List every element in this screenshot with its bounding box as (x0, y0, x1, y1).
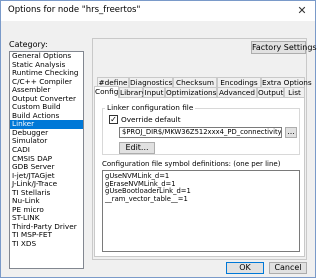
override-default-label: Override default (121, 115, 181, 124)
window-title: Options for node "hrs_freertos" (8, 5, 141, 15)
browse-button[interactable]: ... (285, 127, 297, 138)
category-label: Category: (9, 40, 48, 49)
cancel-button[interactable]: Cancel (269, 262, 307, 274)
config-tab-panel: Linker configuration file ✓ Override def… (94, 97, 305, 257)
category-list[interactable]: General Options Static Analysis Runtime Ch… (9, 51, 84, 269)
checkmark-icon: ✓ (110, 115, 117, 124)
ok-button[interactable]: OK (226, 262, 264, 274)
override-default-checkbox[interactable]: ✓ (109, 115, 118, 124)
title-bar: Options for node "hrs_freertos" ✕ (1, 1, 315, 21)
linker-config-group-label: Linker configuration file (105, 103, 196, 112)
symbol-definitions-label: Configuration file symbol definitions: (… (102, 160, 281, 168)
edit-button[interactable]: Edit... (119, 142, 155, 154)
category-item[interactable]: TI XDS (10, 239, 83, 249)
symbol-definitions-textarea[interactable]: gUseNVMLink_d=1 gEraseNVMLink_d=1 gUseBo… (102, 170, 300, 252)
symbol-line: __ram_vector_table__=1 (105, 194, 188, 203)
factory-settings-button[interactable]: Factory Settings (251, 41, 317, 54)
close-icon[interactable]: ✕ (295, 4, 309, 18)
config-file-path-field[interactable]: $PROJ_DIR$/MKW36Z512xxx4_PD_connectivity… (119, 127, 282, 138)
options-dialog: Options for node "hrs_freertos" ✕ Catego… (0, 0, 317, 278)
tab-config[interactable]: Config (94, 86, 119, 98)
